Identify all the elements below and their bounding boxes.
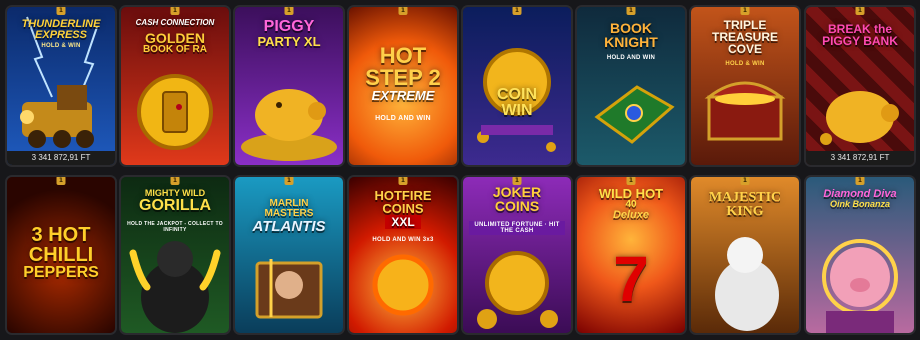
game-tile-joker-coins[interactable]: 1 JOKER COINS UNLIMITED FORTUNE · HIT TH… — [463, 177, 571, 333]
game-subtitle: HOLD & WIN — [725, 61, 765, 67]
game-title: BREAK the PIGGY BANK — [822, 22, 898, 48]
jackpot-amount: 3 341 872,91 FT — [7, 151, 115, 165]
badge-icon: 1 — [626, 7, 636, 15]
game-tile-golden-book-of-ra[interactable]: 1 CASH CONNECTION GOLDEN BOOK OF RA — [121, 7, 229, 165]
game-title-main: GOLDEN BOOK OF RA — [143, 30, 207, 55]
game-title: WILD HOT 40 Deluxe — [598, 186, 664, 221]
badge-icon: 1 — [284, 7, 294, 15]
badge-icon: 1 — [740, 177, 750, 185]
game-grid: 1 THUNDERLINE EXPRESS HOLD & WIN 3 341 87… — [0, 0, 920, 340]
game-title: THUNDERLINE EXPRESS — [21, 18, 101, 41]
game-subtitle: HOLD AND WIN 3x3 — [372, 237, 434, 243]
game-title: COIN WIN — [497, 86, 537, 119]
game-title: PIGGY PARTY XL — [257, 18, 321, 49]
game-title: HOT STEP 2 EXTREME — [365, 43, 441, 103]
game-title: BOOK KNIGHT — [604, 20, 658, 50]
badge-icon: 1 — [56, 7, 66, 15]
game-tile-piggy-party-xl[interactable]: 1 PIGGY PARTY XL — [235, 7, 343, 165]
game-title: JOKER COINS — [492, 184, 542, 214]
game-tile-triple-treasure-cove[interactable]: 1 TRIPLE TREASURE COVE HOLD & WIN — [691, 7, 799, 165]
game-tile-hotfire-coins-xxl[interactable]: 1 HOTFIRE COINS XXL HOLD AND WIN 3x3 — [349, 177, 457, 333]
jackpot-amount: 3 341 872,91 FT — [806, 151, 914, 165]
badge-icon: 1 — [398, 177, 408, 185]
game-title: CASH CONNECTION — [135, 18, 215, 27]
game-subtitle: HOLD & WIN — [41, 43, 81, 49]
game-tile-wild-hot-40-deluxe[interactable]: 1 WILD HOT 40 Deluxe 7 — [577, 177, 685, 333]
game-tile-break-the-piggy-bank[interactable]: 1 BREAK the PIGGY BANK 3 341 872,91 FT — [806, 7, 914, 165]
badge-icon: 1 — [855, 177, 865, 185]
game-title: HOTFIRE COINS XXL — [374, 188, 432, 229]
game-tile-marlin-masters-atlantis[interactable]: 1 MARLIN MASTERS ATLANTIS — [235, 177, 343, 333]
game-tile-3-hot-chilli-peppers[interactable]: 1 3 HOT CHILLI PEPPERS — [7, 177, 115, 333]
game-subtitle: UNLIMITED FORTUNE · HIT THE CASH — [469, 221, 565, 235]
game-title: MARLIN MASTERS ATLANTIS — [252, 198, 326, 235]
game-tile-mighty-wild-gorilla[interactable]: 1 MIGHTY WILD GORILLA HOLD THE JACKPOT -… — [121, 177, 229, 333]
game-subtitle: HOLD AND WIN — [375, 115, 431, 122]
badge-icon: 1 — [740, 7, 750, 15]
game-tile-coin-win[interactable]: 1 COIN WIN — [463, 7, 571, 165]
game-title: 3 HOT CHILLI PEPPERS — [23, 224, 99, 281]
game-title: TRIPLE TREASURE COVE — [711, 18, 778, 56]
badge-icon: 1 — [626, 177, 636, 185]
badge-icon: 1 — [56, 177, 66, 185]
game-tile-thunderline-express[interactable]: 1 THUNDERLINE EXPRESS HOLD & WIN 3 341 87… — [7, 7, 115, 165]
game-title: MIGHTY WILD GORILLA — [139, 188, 211, 214]
seven-symbol: 7 — [613, 243, 649, 315]
game-title: Diamond Diva Oink Bonanza — [823, 188, 897, 209]
game-tile-majestic-king[interactable]: 1 MAJESTIC KING — [691, 177, 799, 333]
game-subtitle: HOLD AND WIN — [606, 55, 656, 61]
game-tile-book-knight[interactable]: 1 BOOK KNIGHT HOLD AND WIN — [577, 7, 685, 165]
badge-icon: 1 — [170, 7, 180, 15]
game-tile-hot-step-2-extreme[interactable]: 1 HOT STEP 2 EXTREME HOLD AND WIN — [349, 7, 457, 165]
game-tile-diamond-diva-oink-bonanza[interactable]: 1 Diamond Diva Oink Bonanza — [806, 177, 914, 333]
game-subtitle: HOLD THE JACKPOT - COLLECT TO INFINITY — [127, 221, 223, 233]
game-title: MAJESTIC KING — [708, 190, 782, 219]
badge-icon: 1 — [170, 177, 180, 185]
badge-icon: 1 — [512, 177, 522, 185]
badge-icon: 1 — [855, 7, 865, 15]
badge-icon: 1 — [398, 7, 408, 15]
badge-icon: 1 — [284, 177, 294, 185]
badge-icon: 1 — [512, 7, 522, 15]
